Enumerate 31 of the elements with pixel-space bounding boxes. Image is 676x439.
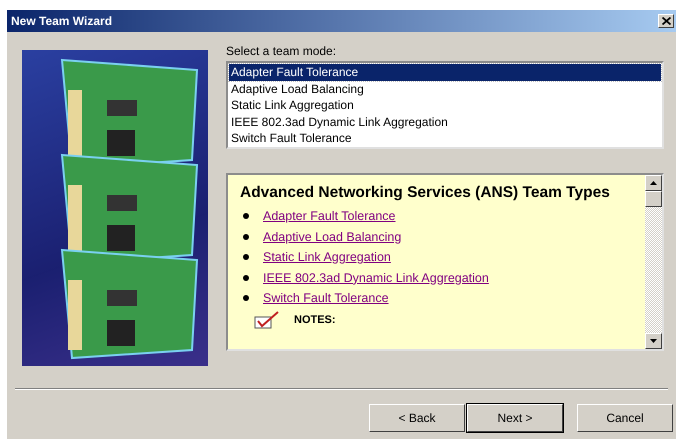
close-button[interactable] <box>658 14 674 28</box>
team-mode-option[interactable]: Adaptive Load Balancing <box>229 80 661 97</box>
team-mode-option[interactable]: Adapter Fault Tolerance <box>229 64 661 80</box>
bullet-icon <box>243 213 249 220</box>
checklist-icon <box>254 310 280 328</box>
up-arrow-icon <box>650 181 657 185</box>
scroll-thumb[interactable] <box>645 191 662 207</box>
notes-label: NOTES: <box>294 314 336 326</box>
info-heading: Advanced Networking Services (ANS) Team Types <box>240 183 611 203</box>
scrollbar[interactable] <box>645 175 662 349</box>
close-icon <box>662 17 670 25</box>
bullet-icon <box>243 295 249 302</box>
scroll-down-button[interactable] <box>645 333 662 349</box>
team-mode-option[interactable]: Static Link Aggregation <box>229 97 661 114</box>
team-mode-option[interactable]: Switch Fault Tolerance <box>229 130 661 146</box>
team-mode-label: Select a team mode: <box>226 44 338 58</box>
scroll-up-button[interactable] <box>645 175 662 191</box>
wizard-button[interactable]: Next > <box>467 404 563 432</box>
bullet-icon <box>243 254 249 260</box>
bullet-icon <box>243 274 249 281</box>
team-type-link[interactable]: IEEE 802.3ad Dynamic Link Aggregation <box>263 270 489 285</box>
down-arrow-icon <box>650 339 657 343</box>
team-type-link[interactable]: Adaptive Load Balancing <box>263 230 402 244</box>
wizard-button[interactable]: Cancel <box>577 404 673 432</box>
team-mode-option[interactable]: IEEE 802.3ad Dynamic Link Aggregation <box>229 114 661 130</box>
wizard-button[interactable]: < Back <box>369 404 465 432</box>
team-type-link[interactable]: Static Link Aggregation <box>263 250 391 264</box>
team-type-link[interactable]: Adapter Fault Tolerance <box>263 209 396 224</box>
team-type-link[interactable]: Switch Fault Tolerance <box>263 291 389 306</box>
window-title: New Team Wizard <box>11 14 112 28</box>
bullet-icon <box>243 234 249 240</box>
